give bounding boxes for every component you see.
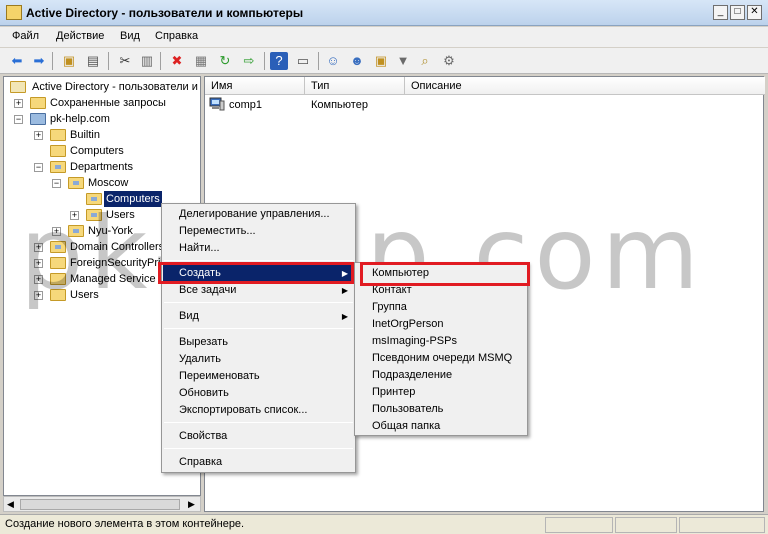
back-icon[interactable]: ⬅: [8, 52, 26, 70]
menu-delegate[interactable]: Делегирование управления...: [163, 206, 354, 223]
properties-icon[interactable]: ▦: [192, 52, 210, 70]
folder-icon: [50, 129, 66, 141]
submenu-ou[interactable]: Подразделение: [356, 367, 526, 384]
submenu-arrow-icon: ▶: [341, 312, 348, 321]
submenu-shared-folder[interactable]: Общая папка: [356, 418, 526, 435]
up-icon[interactable]: ▣: [60, 52, 78, 70]
ou-folder-icon: [50, 161, 66, 173]
paste-icon[interactable]: ▥: [138, 52, 156, 70]
filter-icon[interactable]: ▼: [394, 52, 412, 70]
create-submenu: Компьютер Контакт Группа InetOrgPerson m…: [354, 262, 528, 436]
column-description[interactable]: Описание: [405, 77, 765, 95]
submenu-msimaging[interactable]: msImaging-PSPs: [356, 333, 526, 350]
submenu-arrow-icon: ▶: [341, 286, 348, 295]
tree-item-moscow[interactable]: − Moscow: [50, 175, 200, 191]
expand-icon[interactable]: +: [34, 131, 43, 140]
minimize-button[interactable]: _: [713, 5, 728, 20]
window-title: Active Directory - пользователи и компью…: [26, 6, 304, 20]
ou-folder-icon: [68, 177, 84, 189]
menu-action[interactable]: Действие: [56, 30, 104, 42]
menu-move[interactable]: Переместить...: [163, 223, 354, 240]
menu-view-label: Вид: [179, 310, 199, 322]
submenu-printer[interactable]: Принтер: [356, 384, 526, 401]
tree-item-saved-queries[interactable]: + Сохраненные запросы: [12, 95, 200, 111]
app-icon: [6, 5, 22, 20]
annotation-create-box: [158, 262, 354, 284]
delete-icon[interactable]: ✖: [168, 52, 186, 70]
title-bar: Active Directory - пользователи и компью…: [0, 0, 768, 26]
menu-export-list[interactable]: Экспортировать список...: [163, 402, 354, 419]
export-icon[interactable]: ⇨: [240, 52, 258, 70]
menu-properties[interactable]: Свойства: [163, 428, 354, 445]
expand-icon[interactable]: +: [14, 99, 23, 108]
add-ou-icon[interactable]: ▣: [372, 52, 390, 70]
menu-all-tasks[interactable]: Все задачи ▶: [163, 282, 354, 299]
show-hide-tree-icon[interactable]: ▤: [84, 52, 102, 70]
submenu-msmq-alias[interactable]: Псевдоним очереди MSMQ: [356, 350, 526, 367]
list-item[interactable]: comp1 Компьютер: [205, 97, 505, 113]
add-user-icon[interactable]: ☺: [324, 52, 342, 70]
item-name: comp1: [229, 99, 263, 111]
submenu-user[interactable]: Пользователь: [356, 401, 526, 418]
menu-cut[interactable]: Вырезать: [163, 334, 354, 351]
snapin-icon: [10, 81, 26, 93]
menu-rename[interactable]: Переименовать: [163, 368, 354, 385]
console-icon[interactable]: ▭: [294, 52, 312, 70]
delegate-icon[interactable]: ⚙: [440, 52, 458, 70]
context-menu: Делегирование управления... Переместить.…: [161, 203, 356, 473]
scroll-thumb[interactable]: [20, 499, 180, 510]
annotation-computer-box: [360, 262, 530, 286]
submenu-inetorgperson[interactable]: InetOrgPerson: [356, 316, 526, 333]
column-name[interactable]: Имя: [205, 77, 305, 95]
status-text: Создание нового элемента в этом контейне…: [5, 518, 245, 530]
computer-icon: [209, 97, 225, 111]
tree-item-departments[interactable]: − Departments: [32, 159, 200, 175]
menu-help[interactable]: Справка: [163, 454, 354, 471]
refresh-icon[interactable]: ↻: [216, 52, 234, 70]
menu-help[interactable]: Справка: [155, 30, 198, 42]
maximize-button[interactable]: □: [730, 5, 745, 20]
help-icon[interactable]: ?: [270, 52, 288, 70]
collapse-icon[interactable]: −: [52, 179, 61, 188]
tree-horizontal-scrollbar[interactable]: ◀ ▶: [3, 496, 201, 512]
domain-icon: [30, 113, 46, 125]
menu-view[interactable]: Вид ▶: [163, 308, 354, 325]
submenu-group[interactable]: Группа: [356, 299, 526, 316]
folder-icon: [30, 97, 46, 109]
cut-icon[interactable]: ✂: [116, 52, 134, 70]
scroll-left-icon[interactable]: ◀: [7, 499, 14, 510]
status-bar: Создание нового элемента в этом контейне…: [0, 514, 768, 534]
scroll-right-icon[interactable]: ▶: [188, 499, 195, 510]
add-group-icon[interactable]: ☻: [348, 52, 366, 70]
collapse-icon[interactable]: −: [14, 115, 23, 124]
tree-item-builtin[interactable]: + Builtin: [32, 127, 200, 143]
tree-item-domain[interactable]: − pk-help.com: [12, 111, 200, 127]
item-type: Компьютер: [311, 99, 368, 111]
menu-view[interactable]: Вид: [120, 30, 140, 42]
column-type[interactable]: Тип: [305, 77, 405, 95]
menu-refresh[interactable]: Обновить: [163, 385, 354, 402]
menu-all-tasks-label: Все задачи: [179, 284, 237, 296]
toolbar: ⬅ ➡ ▣ ▤ ✂ ▥ ✖ ▦ ↻ ⇨ ? ▭ ☺ ☻ ▣ ▼ ⌕ ⚙: [0, 48, 768, 74]
forward-icon[interactable]: ➡: [30, 52, 48, 70]
close-button[interactable]: ✕: [747, 5, 762, 20]
tree-item-computers[interactable]: Computers: [32, 143, 200, 159]
find-icon[interactable]: ⌕: [416, 52, 434, 70]
menu-file[interactable]: Файл: [12, 30, 39, 42]
menu-delete[interactable]: Удалить: [163, 351, 354, 368]
menu-bar: Файл Действие Вид Справка: [0, 27, 768, 47]
menu-find[interactable]: Найти...: [163, 240, 354, 257]
collapse-icon[interactable]: −: [34, 163, 43, 172]
folder-icon: [50, 145, 66, 157]
